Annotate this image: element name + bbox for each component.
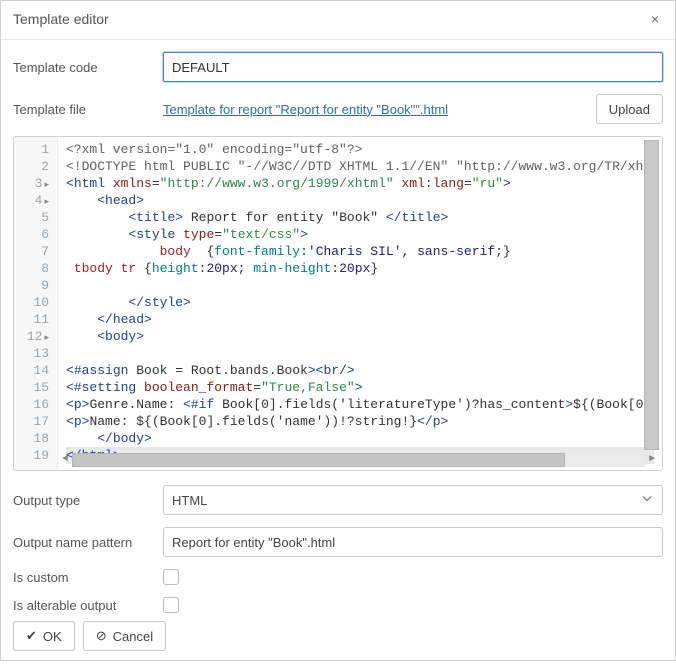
template-code-input[interactable] — [163, 52, 663, 82]
cancel-button-label: Cancel — [113, 629, 153, 644]
row-is-custom: Is custom — [13, 569, 663, 585]
footer-buttons: ✔ OK ⊘ Cancel — [13, 621, 663, 655]
check-icon: ✔ — [26, 628, 37, 644]
code-editor[interactable]: 12345678910111213141516171819 <?xml vers… — [13, 136, 663, 471]
line-gutter: 12345678910111213141516171819 — [14, 137, 58, 470]
horizontal-scroll-thumb[interactable] — [72, 453, 565, 467]
close-icon[interactable]: × — [647, 9, 663, 29]
scroll-left-icon[interactable]: ◄ — [58, 453, 72, 467]
horizontal-scrollbar[interactable]: ◄ ► — [58, 452, 659, 467]
output-type-select[interactable]: HTML — [163, 485, 663, 515]
template-editor-dialog: Template editor × Template code Template… — [0, 0, 676, 661]
scroll-right-icon[interactable]: ► — [645, 453, 659, 467]
vertical-scrollbar[interactable] — [644, 140, 659, 450]
is-custom-checkbox[interactable] — [163, 569, 179, 585]
row-template-file: Template file Template for report "Repor… — [13, 94, 663, 124]
content-area: Template code Template file Template for… — [1, 40, 675, 667]
row-output-type: Output type HTML — [13, 485, 663, 515]
is-alterable-checkbox[interactable] — [163, 597, 179, 613]
dialog-title: Template editor — [13, 11, 109, 27]
output-name-pattern-input[interactable] — [163, 527, 663, 557]
label-template-code: Template code — [13, 60, 163, 75]
label-output-type: Output type — [13, 493, 163, 508]
horizontal-scroll-track[interactable] — [72, 453, 645, 467]
label-is-alterable: Is alterable output — [13, 598, 163, 613]
ok-button-label: OK — [43, 629, 62, 644]
code-area[interactable]: <?xml version="1.0" encoding="utf-8"?><!… — [58, 137, 662, 470]
title-bar: Template editor × — [1, 1, 675, 40]
ok-button[interactable]: ✔ OK — [13, 621, 75, 651]
chevron-down-icon — [641, 493, 653, 508]
cancel-icon: ⊘ — [96, 628, 107, 644]
cancel-button[interactable]: ⊘ Cancel — [83, 621, 166, 651]
template-file-link[interactable]: Template for report "Report for entity "… — [163, 102, 448, 117]
vertical-scroll-thumb[interactable] — [644, 140, 659, 450]
output-type-value: HTML — [172, 493, 207, 508]
row-template-code: Template code — [13, 52, 663, 82]
upload-button[interactable]: Upload — [596, 94, 663, 124]
label-template-file: Template file — [13, 102, 163, 117]
row-output-name-pattern: Output name pattern — [13, 527, 663, 557]
label-output-name-pattern: Output name pattern — [13, 535, 163, 550]
row-is-alterable: Is alterable output — [13, 597, 663, 613]
label-is-custom: Is custom — [13, 570, 163, 585]
